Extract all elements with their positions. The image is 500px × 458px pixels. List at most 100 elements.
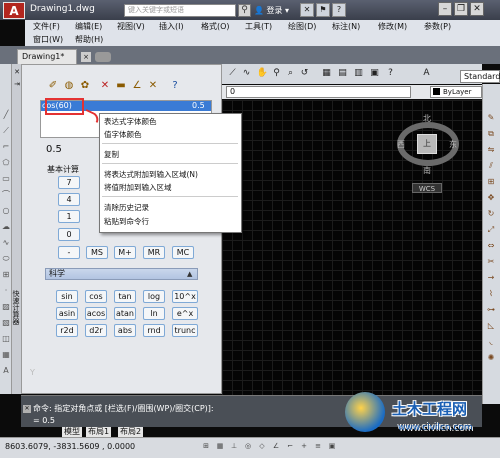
restore-button[interactable]: ❐ [454,2,468,16]
explode-icon[interactable]: ✺ [485,352,497,363]
compass-east[interactable]: 东 [449,139,457,150]
wcs-menu[interactable]: WCS [412,183,442,193]
memory-recall-button[interactable]: MR [143,246,165,259]
properties-icon[interactable]: ▦ [320,67,333,80]
copy-icon[interactable]: ⧉ [485,128,497,139]
join-icon[interactable]: ⊶ [485,304,497,315]
tool-palette-icon[interactable]: ▥ [352,67,365,80]
memory-clear-button[interactable]: MC [172,246,194,259]
insert-block-icon[interactable]: ⊞ [1,270,11,280]
line-tool-icon[interactable]: ╱ [1,110,11,120]
erase-icon[interactable]: ✎ [485,112,497,123]
calculator-close-icon[interactable]: ✕ [13,68,21,76]
new-tab-button[interactable] [95,52,111,62]
arc-icon[interactable]: ⌒ [1,190,11,200]
polygon-icon[interactable]: ⬠ [1,158,11,168]
dyn-icon[interactable]: + [298,440,310,452]
mirror-icon[interactable]: ⇋ [485,144,497,155]
rnd-button[interactable]: rnd [143,324,165,337]
chamfer-icon[interactable]: ◺ [485,320,497,331]
search-icon[interactable]: ⚲ [238,4,251,17]
log-button[interactable]: log [143,290,165,303]
tab-close-icon[interactable]: × [81,52,91,62]
osnap-icon[interactable]: ◇ [256,440,268,452]
paste-to-cmdline-icon[interactable]: ✿ [78,79,92,93]
menu-draw[interactable]: 绘图(D) [288,21,316,32]
stretch-icon[interactable]: ⇔ [485,240,497,251]
exchange-icon[interactable]: ✕ [300,3,314,17]
memory-store-button[interactable]: MS [86,246,108,259]
clear-icon[interactable]: ✐ [46,79,60,93]
sign-button[interactable]: - [58,246,80,259]
ducs-icon[interactable]: ⌐ [284,440,296,452]
compass-north[interactable]: 北 [423,113,431,124]
asin-button[interactable]: asin [56,307,78,320]
construction-line-icon[interactable]: ⟋ [1,126,11,136]
scale-icon[interactable]: ⤢ [485,224,497,235]
gradient-icon[interactable]: ▧ [1,318,11,328]
menu-help[interactable]: 帮助(H) [75,34,103,45]
extend-icon[interactable]: → [485,272,497,283]
trim-icon[interactable]: ✂ [485,256,497,267]
compass-west[interactable]: 西 [397,139,405,150]
text-style-dropdown[interactable]: Standard [460,70,500,83]
menu-insert[interactable]: 插入(I) [159,21,184,32]
menu-parametric[interactable]: 参数(P) [424,21,451,32]
ten-power-button[interactable]: 10^x [172,290,198,303]
zoom-realtime-icon[interactable]: ⚲ [270,67,283,80]
atan-button[interactable]: atan [114,307,136,320]
polyline-tool-icon[interactable]: ⌐ [1,142,11,152]
d2r-button[interactable]: d2r [85,324,107,337]
calculator-input[interactable]: 0.5 [46,144,62,155]
rotate-icon[interactable]: ↻ [485,208,497,219]
help-icon[interactable]: ? [332,3,346,17]
get-coordinates-icon[interactable]: ✕ [98,79,112,93]
menu-tools[interactable]: 工具(T) [245,21,272,32]
basic-section-header[interactable]: 基本计算 [47,164,79,175]
digit-7-button[interactable]: 7 [58,176,80,189]
intersection-icon[interactable]: ✕ [146,79,160,93]
move-icon[interactable]: ✥ [485,192,497,203]
compass-south[interactable]: 南 [423,165,431,176]
sin-button[interactable]: sin [56,290,78,303]
offset-icon[interactable]: ⫽ [485,160,497,171]
polar-icon[interactable]: ◎ [242,440,254,452]
ellipse-icon[interactable]: ⬭ [1,254,11,264]
menu-modify[interactable]: 修改(M) [378,21,407,32]
lineweight-icon[interactable]: ≡ [312,440,324,452]
ln-button[interactable]: ln [143,307,165,320]
revision-cloud-icon[interactable]: ☁ [1,222,11,232]
grid-icon[interactable]: ▦ [214,440,226,452]
app-logo-button[interactable]: A [3,2,25,19]
digit-4-button[interactable]: 4 [58,193,80,206]
distance-icon[interactable]: ▬ [114,79,128,93]
pan-hand-icon[interactable]: ✋ [256,67,269,80]
snap-icon[interactable]: ⊞ [200,440,212,452]
exp-button[interactable]: e^x [172,307,198,320]
rectangle-icon[interactable]: ▭ [1,174,11,184]
menu-file[interactable]: 文件(F) [33,21,60,32]
sign-in-button[interactable]: 👤 登录 ▾ [254,4,296,17]
zoom-previous-icon[interactable]: ↺ [298,67,311,80]
menu-view[interactable]: 视图(V) [117,21,145,32]
region-icon[interactable]: ◫ [1,334,11,344]
menu-item-append-expression[interactable]: 将表达式附加到输入区域(N) [104,169,198,180]
acos-button[interactable]: acos [85,307,107,320]
spline-icon[interactable]: ∿ [1,238,11,248]
digit-0-button[interactable]: 0 [58,228,80,241]
r2d-button[interactable]: r2d [56,324,78,337]
digit-1-button[interactable]: 1 [58,210,80,223]
menu-format[interactable]: 格式(O) [201,21,230,32]
close-button[interactable]: ✕ [470,2,484,16]
angle-icon[interactable]: ∠ [130,79,144,93]
circle-icon[interactable]: ○ [1,206,11,216]
line-icon[interactable]: ⟋ [226,67,239,80]
cos-button[interactable]: cos [85,290,107,303]
calculator-icon[interactable]: ▣ [368,67,381,80]
layer-dropdown[interactable]: 0 [226,86,411,98]
table-icon[interactable]: ▦ [1,350,11,360]
tab-layout2[interactable]: 布局2 [118,427,144,437]
connect-icon[interactable]: ⚑ [316,3,330,17]
tan-button[interactable]: tan [114,290,136,303]
menu-item-clear-history[interactable]: 清除历史记录 [104,202,149,213]
